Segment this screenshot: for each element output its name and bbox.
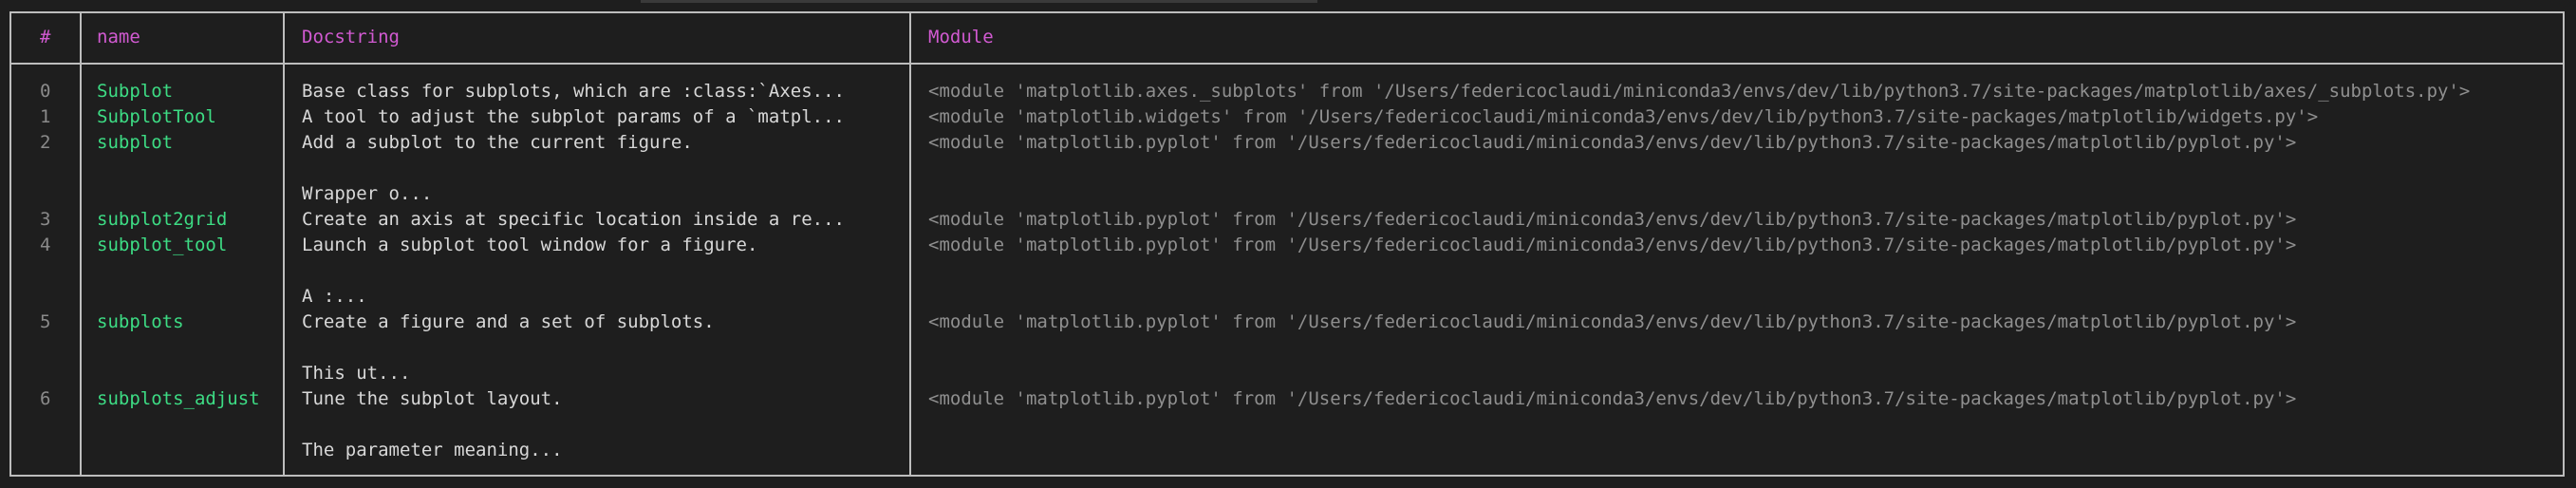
- row-docstring: Add a subplot to the current figure.: [302, 132, 693, 153]
- table-row: 2 subplot Add a subplot to the current f…: [11, 130, 2563, 155]
- header-docstring: Docstring: [302, 27, 400, 47]
- row-docstring: Tune the subplot layout.: [302, 388, 563, 409]
- row-docstring: Create a figure and a set of subplots.: [302, 311, 715, 332]
- row-name: subplot: [97, 132, 174, 153]
- table-header: # name Docstring Module: [11, 13, 2563, 63]
- row-docstring-continuation: The parameter meaning...: [302, 440, 563, 460]
- row-docstring: Create an axis at specific location insi…: [302, 209, 845, 230]
- table-row-continuation: A :...: [11, 284, 2563, 309]
- header-module: Module: [928, 27, 994, 47]
- row-name: subplot2grid: [97, 209, 228, 230]
- table-row: 5 subplots Create a figure and a set of …: [11, 310, 2563, 334]
- row-index: 3: [40, 209, 51, 230]
- row-module: <module 'matplotlib.pyplot' from '/Users…: [928, 209, 2297, 230]
- row-name: subplot_tool: [97, 235, 228, 255]
- table-row: 6 subplots_adjust Tune the subplot layou…: [11, 386, 2563, 411]
- row-index: 4: [40, 235, 51, 255]
- row-name: subplots_adjust: [97, 388, 260, 409]
- row-index: 1: [40, 106, 51, 127]
- row-docstring: Base class for subplots, which are :clas…: [302, 81, 845, 102]
- row-docstring: Launch a subplot tool window for a figur…: [302, 235, 758, 255]
- table-row-continuation: This ut...: [11, 361, 2563, 385]
- row-module: <module 'matplotlib.pyplot' from '/Users…: [928, 235, 2297, 255]
- row-docstring: A tool to adjust the subplot params of a…: [302, 106, 845, 127]
- row-index: 6: [40, 388, 51, 409]
- table-row: 1 SubplotTool A tool to adjust the subpl…: [11, 104, 2563, 129]
- header-index: #: [40, 27, 51, 47]
- row-module: <module 'matplotlib.widgets' from '/User…: [928, 106, 2319, 127]
- row-name: subplots: [97, 311, 184, 332]
- top-divider: [641, 0, 1317, 3]
- table-row: 3 subplot2grid Create an axis at specifi…: [11, 207, 2563, 232]
- row-name: SubplotTool: [97, 106, 216, 127]
- results-table: # name Docstring Module 0 Subplot Base c…: [9, 11, 2565, 477]
- row-module: <module 'matplotlib.pyplot' from '/Users…: [928, 311, 2297, 332]
- row-name: Subplot: [97, 81, 174, 102]
- table-row: 4 subplot_tool Launch a subplot tool win…: [11, 233, 2563, 257]
- table-row-continuation: Wrapper o...: [11, 181, 2563, 206]
- row-index: 2: [40, 132, 51, 153]
- row-index: 5: [40, 311, 51, 332]
- row-module: <module 'matplotlib.pyplot' from '/Users…: [928, 388, 2297, 409]
- header-divider: [11, 63, 2563, 65]
- row-module: <module 'matplotlib.pyplot' from '/Users…: [928, 132, 2297, 153]
- header-name: name: [97, 27, 140, 47]
- table-row: 0 Subplot Base class for subplots, which…: [11, 79, 2563, 103]
- row-docstring-continuation: A :...: [302, 286, 367, 307]
- row-index: 0: [40, 81, 51, 102]
- table-row-continuation: The parameter meaning...: [11, 438, 2563, 462]
- row-docstring-continuation: Wrapper o...: [302, 183, 433, 204]
- row-module: <module 'matplotlib.axes._subplots' from…: [928, 81, 2471, 102]
- row-docstring-continuation: This ut...: [302, 363, 411, 384]
